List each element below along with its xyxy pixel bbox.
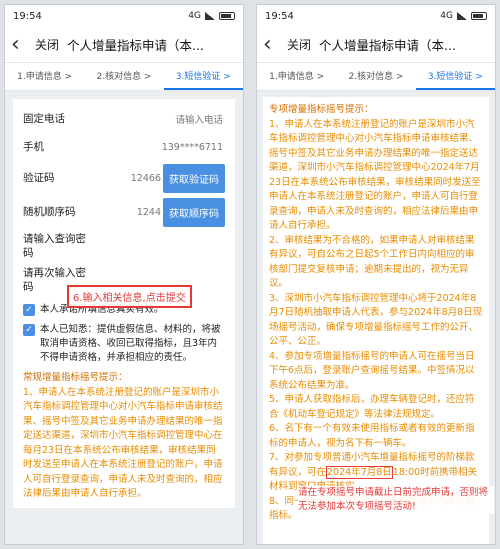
notice-right-p1: 1、申请人在本系统注册登记的账户是深圳市小汽车指标调控管理中心对小汽车指标申请审…	[269, 118, 481, 232]
notice-right: 专项增量指标摇号提示： 1、申请人在本系统注册登记的账户是深圳市小汽车指标调控管…	[263, 97, 489, 544]
page-title: 个人增量指标申请（本...	[67, 38, 204, 53]
step-tabs: 1.申请信息 > 2.核对信息 > 3.短信验证 >	[257, 63, 495, 91]
fixed-phone-label: 固定电话	[23, 113, 65, 125]
annotation-deadline-warning: 请在专项摇号申请截止日前完成申请，否则将无法参加本次专项摇号活动!	[298, 486, 494, 514]
network-label: 4G	[440, 11, 453, 21]
notice-right-p6: 6、名下有一个有效未使用指标或者有效的更新指标的申请人，视为名下有一辆车。	[269, 423, 475, 449]
close-button[interactable]: 关闭	[35, 36, 59, 53]
back-arrow-icon[interactable]: ‹	[263, 33, 279, 56]
step-apply-info: 1.申请信息 >	[269, 72, 325, 82]
mobile-row: 手机 139****6711	[23, 133, 225, 161]
status-bar: 19:54 4G	[5, 5, 243, 27]
deadline-date: 2024年7月8日	[326, 465, 393, 479]
step-tabs: 1.申请信息 > 2.核对信息 > 3.短信验证 >	[5, 63, 243, 91]
right-screenshot: 19:54 4G ‹ 关闭 个人增量指标申请（本... 1.申请信息 > 2.核…	[256, 4, 496, 545]
check-icon[interactable]: ✓	[23, 324, 35, 336]
check-icon[interactable]: ✓	[23, 304, 35, 316]
notice-left-title: 常规增量指标摇号提示：	[23, 372, 128, 383]
back-arrow-icon[interactable]: ‹	[11, 33, 27, 56]
get-code-button[interactable]: 获取验证码	[163, 163, 225, 193]
signal-icon	[205, 12, 215, 20]
code-row: 验证码 12466 获取验证码	[23, 161, 225, 195]
fixed-phone-row: 固定电话 请输入电话	[23, 105, 225, 133]
code-input[interactable]: 12466	[93, 173, 163, 184]
battery-icon	[219, 12, 235, 20]
notice-right-p2: 2、审核结果为不合格的，如果申请人对审核结果有异议，可自公布之日起5个工作日内向…	[269, 234, 475, 290]
network-label: 4G	[188, 11, 201, 21]
battery-icon	[471, 12, 487, 20]
notice-right-title: 专项增量指标摇号提示：	[269, 104, 374, 115]
notice-right-p3: 3、深圳市小汽车指标调控管理中心将于2024年8月7日随机抽取申请人代表，参与2…	[269, 292, 483, 348]
notice-left: 常规增量指标摇号提示： 1、申请人在本系统注册登记的账户是深圳市小汽车指标调控管…	[23, 371, 225, 502]
commit-aware-text: 本人已知悉：提供虚假信息、材料的，将被取消申请资格、收回已取得指标，且3年内不得…	[40, 324, 221, 363]
step-sms-verify: 3.短信验证 >	[163, 63, 243, 90]
page-title: 个人增量指标申请（本...	[319, 38, 456, 53]
status-time: 19:54	[13, 10, 42, 22]
nav-bar: ‹ 关闭 个人增量指标申请（本...	[5, 27, 243, 63]
step-verify-info: 2.核对信息 >	[96, 72, 152, 82]
status-time: 19:54	[265, 10, 294, 22]
nav-bar: ‹ 关闭 个人增量指标申请（本...	[257, 27, 495, 63]
commit-aware-row: ✓ 本人已知悉：提供虚假信息、材料的，将被取消申请资格、收回已取得指标，且3年内…	[23, 323, 225, 365]
step-sms-verify: 3.短信验证 >	[415, 63, 495, 90]
annotation-submit-hint: 6.输入相关信息,点击提交	[67, 285, 192, 308]
step-verify-info: 2.核对信息 >	[348, 72, 404, 82]
mobile-value: 139****6711	[161, 141, 223, 153]
seq-label: 随机顺序码	[23, 206, 76, 218]
step-apply-info: 1.申请信息 >	[17, 72, 73, 82]
status-bar: 19:54 4G	[257, 5, 495, 27]
get-seq-button[interactable]: 获取顺序码	[163, 197, 225, 227]
fixed-phone-input[interactable]: 请输入电话	[93, 112, 225, 126]
notice-left-p1: 1、申请人在本系统注册登记的账户是深圳市小汽车指标调控管理中心对小汽车指标申请审…	[23, 386, 223, 500]
seq-row: 随机顺序码 1244 获取顺序码	[23, 195, 225, 229]
close-button[interactable]: 关闭	[287, 36, 311, 53]
notice-right-p5: 5、申请人获取指标后，办理车辆登记时，还应符合《机动车登记规定》等法律法规规定。	[269, 394, 475, 420]
code-label: 验证码	[23, 172, 55, 184]
seq-input[interactable]: 1244	[93, 207, 163, 218]
mobile-label: 手机	[23, 141, 44, 153]
query-pwd-label: 请输入查询密码	[23, 233, 86, 259]
notice-right-p4: 4、参加专项增量指标摇号的申请人可在摇号当日下午6点后，登录账户查询摇号结果。中…	[269, 350, 475, 391]
signal-icon	[457, 12, 467, 20]
query-pwd-row: 请输入查询密码	[23, 229, 225, 263]
left-screenshot: 19:54 4G ‹ 关闭 个人增量指标申请（本... 1.申请信息 > 2.核…	[4, 4, 244, 545]
